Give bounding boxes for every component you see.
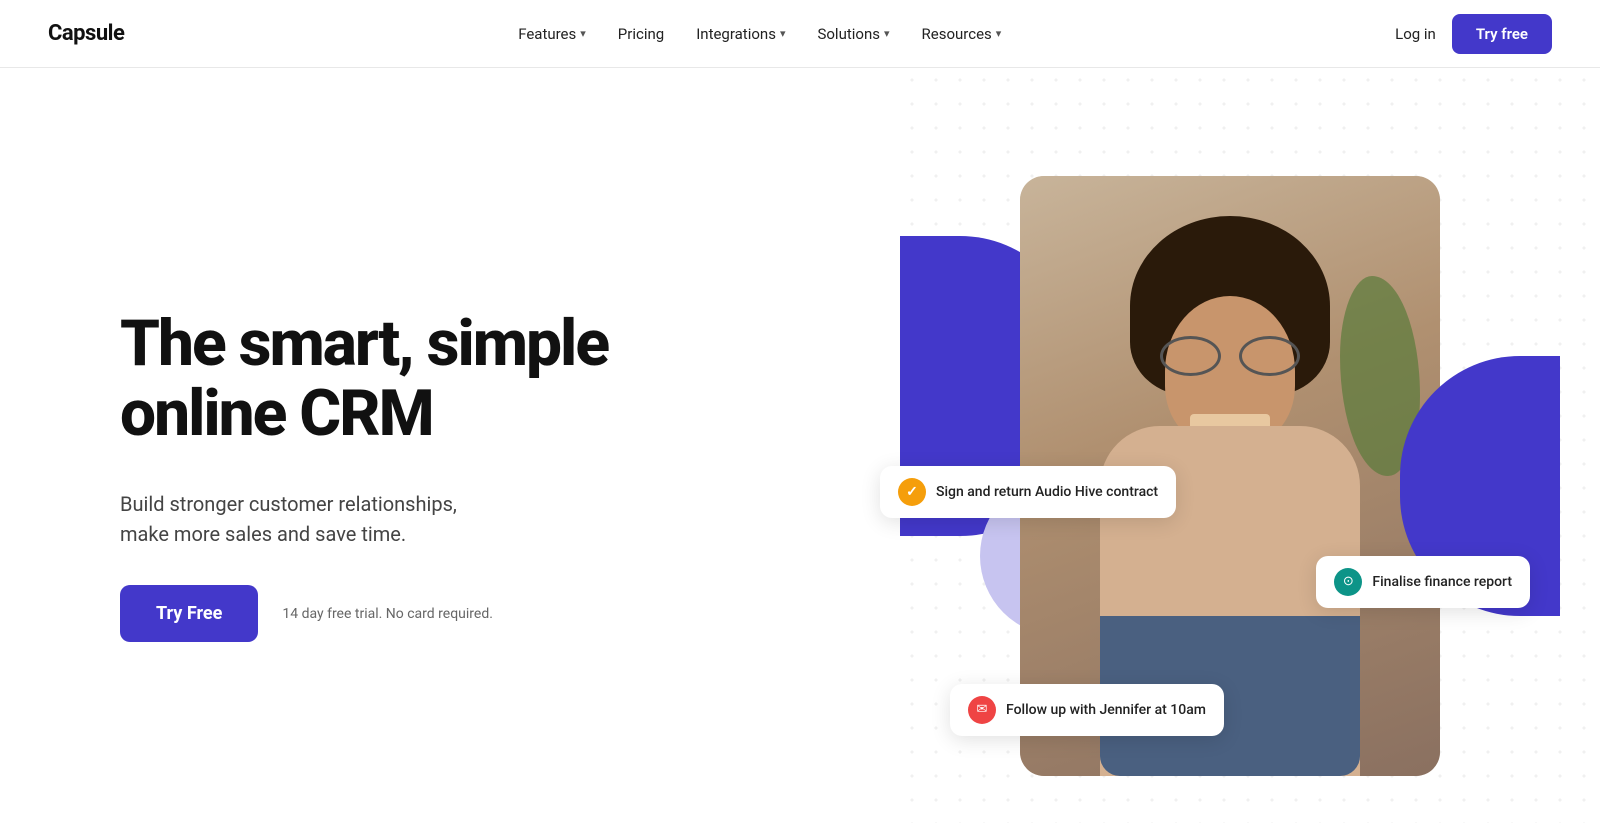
chevron-down-icon: ▾ — [780, 27, 786, 40]
nav-try-free-button[interactable]: Try free — [1452, 14, 1552, 54]
hero-headline: The smart, simple online CRM — [120, 309, 608, 450]
hero-content: The smart, simple online CRM Build stron… — [120, 309, 608, 643]
email-icon: ✉ — [968, 696, 996, 724]
hero-cta-row: Try Free 14 day free trial. No card requ… — [120, 585, 608, 642]
nav-links: Features ▾ Pricing Integrations ▾ Soluti… — [518, 25, 1001, 43]
nav-item-features[interactable]: Features ▾ — [518, 25, 586, 43]
chevron-down-icon: ▾ — [996, 27, 1002, 40]
notification-1: ✓ Sign and return Audio Hive contract — [880, 466, 1176, 518]
nav-item-solutions[interactable]: Solutions ▾ — [817, 25, 889, 43]
chevron-down-icon: ▾ — [580, 27, 586, 40]
chevron-down-icon: ▾ — [884, 27, 890, 40]
timer-icon: ⊙ — [1334, 568, 1362, 596]
nav-item-pricing[interactable]: Pricing — [618, 25, 664, 43]
nav-actions: Log in Try free — [1395, 14, 1552, 54]
check-icon: ✓ — [898, 478, 926, 506]
nav-item-integrations[interactable]: Integrations ▾ — [696, 25, 785, 43]
hero-subtext: Build stronger customer relationships, m… — [120, 489, 608, 549]
navigation: Capsule Features ▾ Pricing Integrations … — [0, 0, 1600, 68]
hero-try-free-button[interactable]: Try Free — [120, 585, 258, 642]
login-button[interactable]: Log in — [1395, 25, 1436, 43]
notification-3: ✉ Follow up with Jennifer at 10am — [950, 684, 1224, 736]
logo[interactable]: Capsule — [48, 21, 124, 46]
trial-disclaimer: 14 day free trial. No card required. — [282, 606, 493, 622]
hero-section: The smart, simple online CRM Build stron… — [0, 68, 1600, 823]
hero-image-area: ✓ Sign and return Audio Hive contract ⊙ … — [920, 156, 1520, 796]
notification-2: ⊙ Finalise finance report — [1316, 556, 1530, 608]
nav-item-resources[interactable]: Resources ▾ — [922, 25, 1002, 43]
